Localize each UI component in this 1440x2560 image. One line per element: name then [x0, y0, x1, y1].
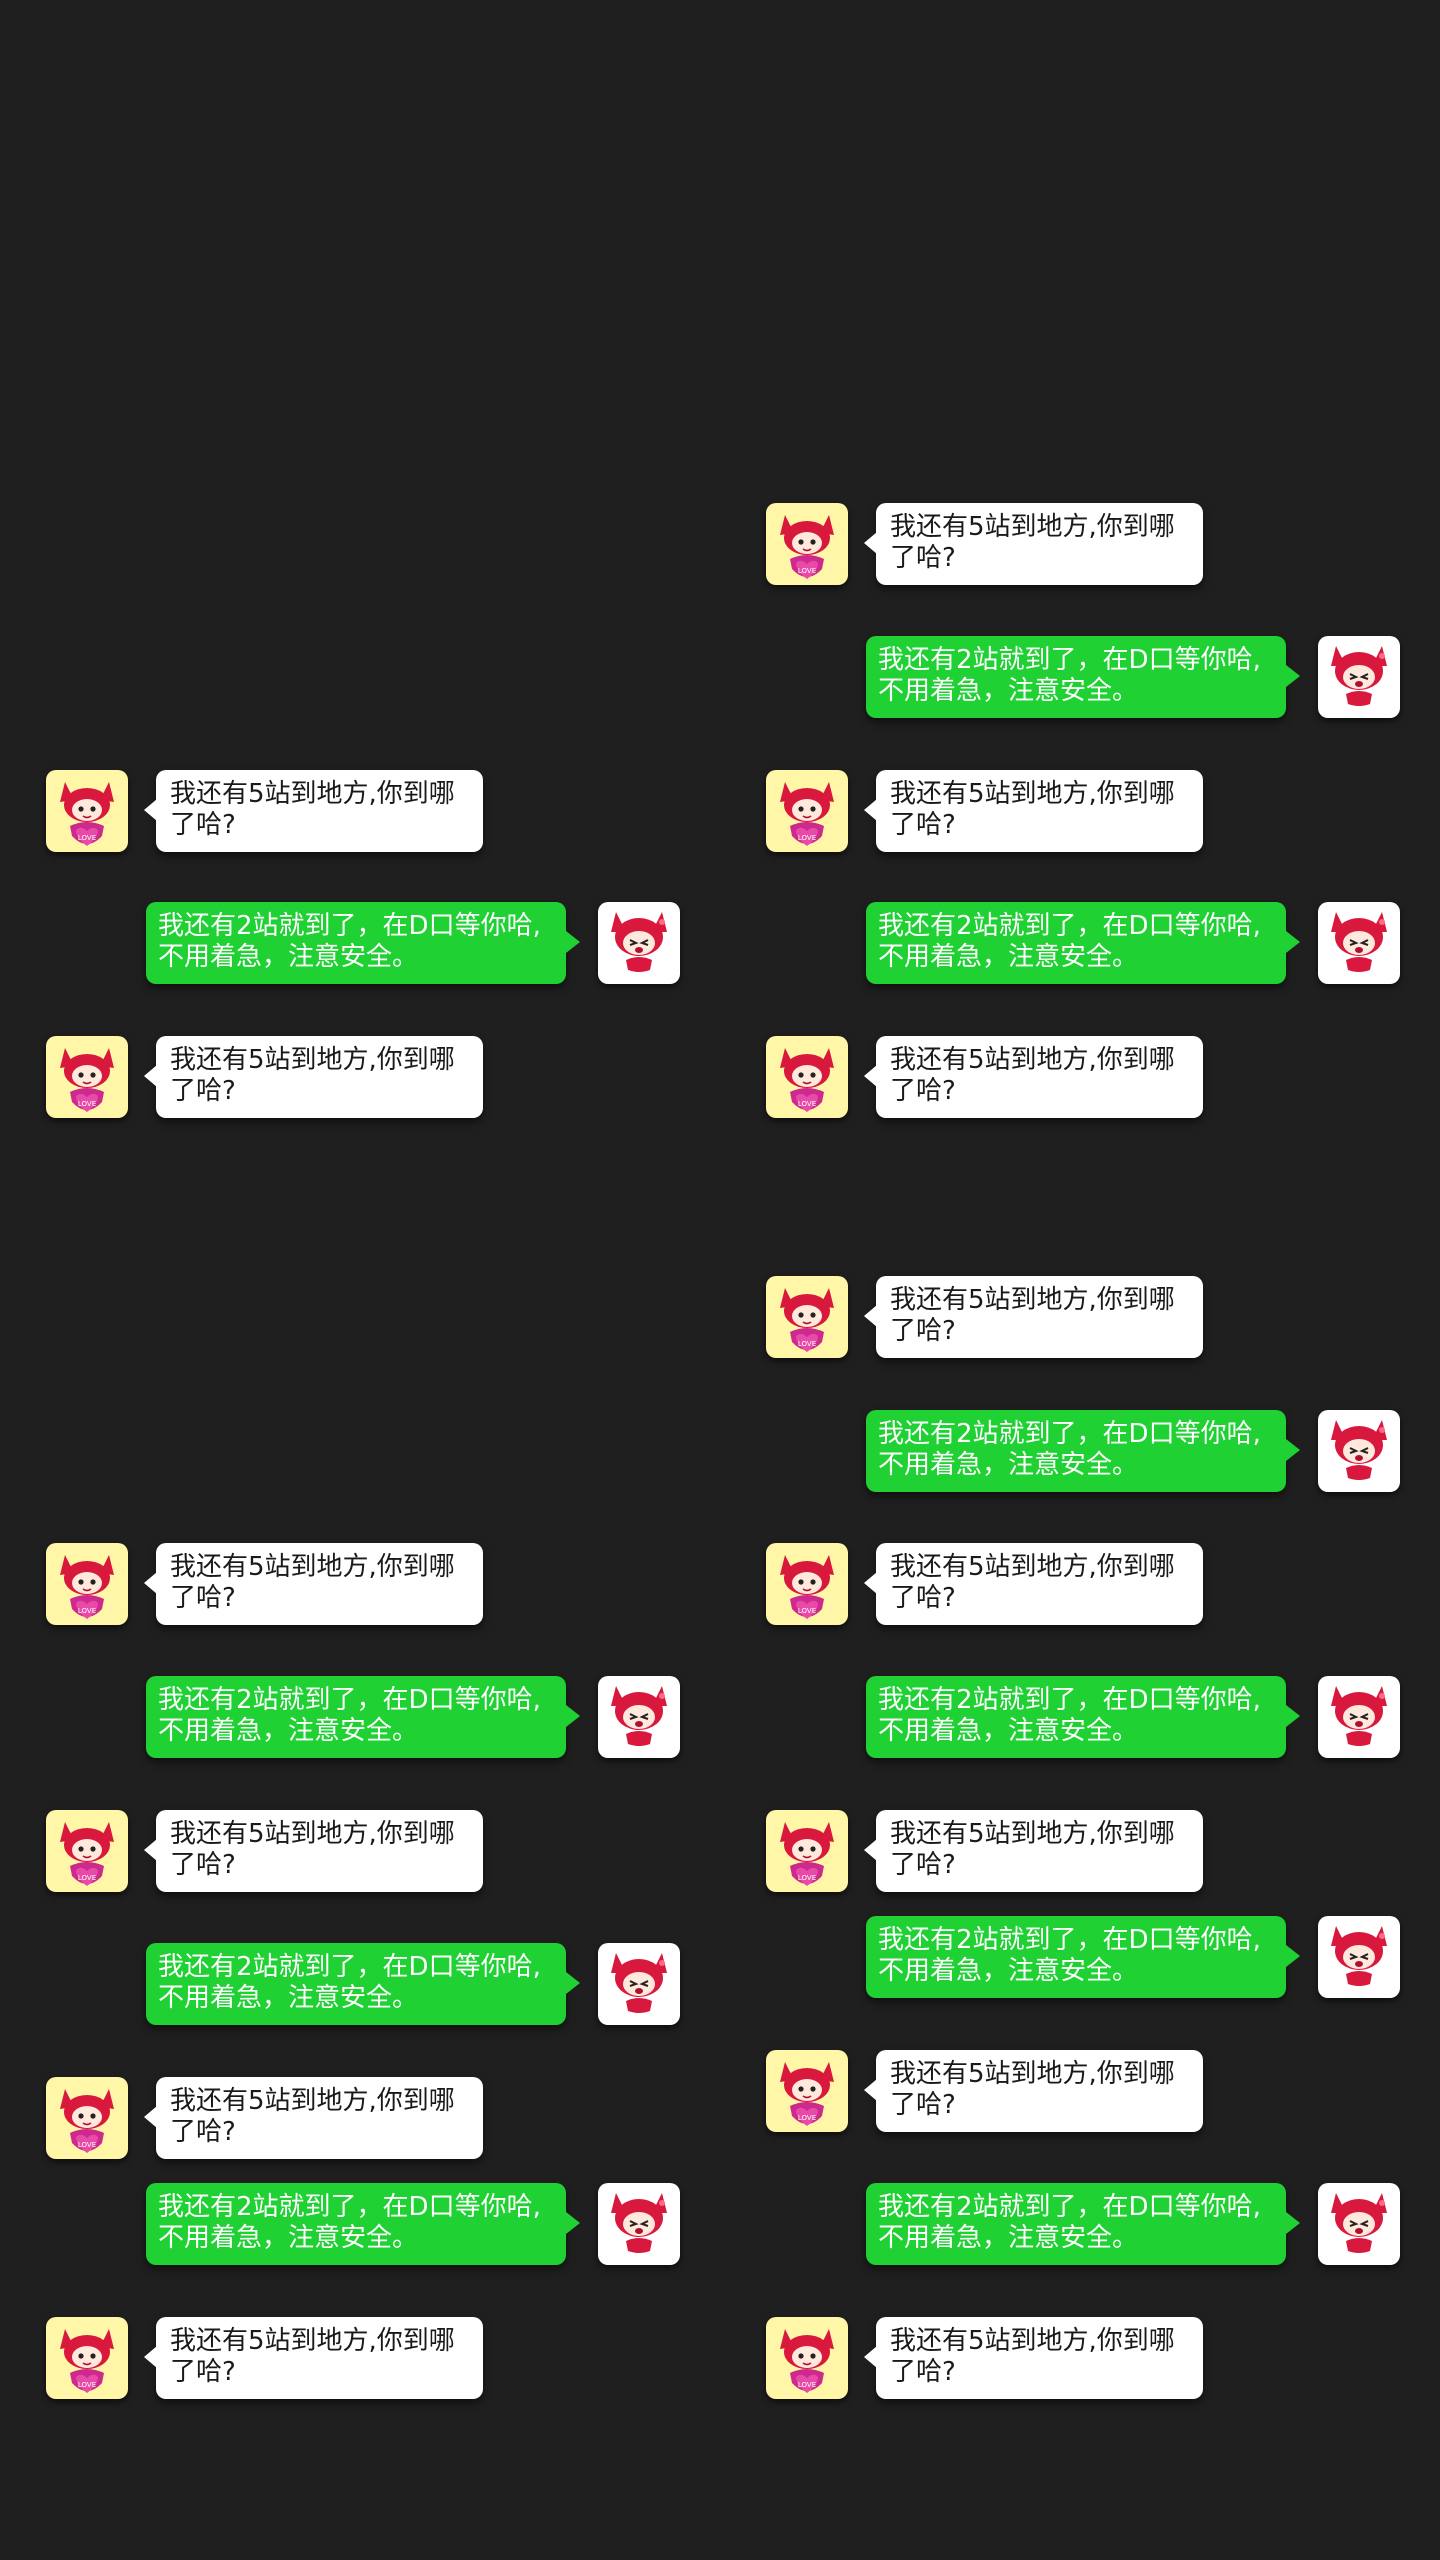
fox-girl-crying-avatar-icon[interactable]	[1318, 1676, 1400, 1758]
outgoing-message-bubble[interactable]: 我还有2站就到了，在D口等你哈, 不用着急，注意安全。	[146, 1676, 580, 1758]
outgoing-message-bubble[interactable]: 我还有2站就到了，在D口等你哈, 不用着急，注意安全。	[866, 1916, 1300, 1998]
fox-girl-crying-avatar-icon[interactable]	[1318, 2183, 1400, 2265]
message-text: 我还有5站到地方,你到哪 了哈?	[890, 1819, 1175, 1880]
outgoing-message-bubble[interactable]: 我还有2站就到了，在D口等你哈, 不用着急，注意安全。	[866, 1676, 1300, 1758]
message-text: 我还有2站就到了，在D口等你哈, 不用着急，注意安全。	[878, 1685, 1261, 1746]
message-text: 我还有5站到地方,你到哪 了哈?	[170, 1045, 455, 1106]
message-text: 我还有2站就到了，在D口等你哈, 不用着急，注意安全。	[878, 1925, 1261, 1986]
incoming-message-bubble[interactable]: 我还有5站到地方,你到哪 了哈?	[144, 1810, 483, 1892]
message-text: 我还有2站就到了，在D口等你哈, 不用着急，注意安全。	[158, 1685, 541, 1746]
fox-girl-love-heart-avatar-icon[interactable]	[766, 503, 848, 585]
incoming-message-bubble[interactable]: 我还有5站到地方,你到哪 了哈?	[144, 2317, 483, 2399]
fox-girl-crying-avatar-icon[interactable]	[598, 1943, 680, 2025]
incoming-message-bubble[interactable]: 我还有5站到地方,你到哪 了哈?	[864, 2050, 1203, 2132]
fox-girl-love-heart-avatar-icon[interactable]	[46, 2317, 128, 2399]
incoming-message-bubble[interactable]: 我还有5站到地方,你到哪 了哈?	[144, 1543, 483, 1625]
fox-girl-crying-avatar-icon[interactable]	[1318, 1916, 1400, 1998]
incoming-message-bubble[interactable]: 我还有5站到地方,你到哪 了哈?	[864, 1810, 1203, 1892]
message-text: 我还有5站到地方,你到哪 了哈?	[890, 1285, 1175, 1346]
incoming-message-bubble[interactable]: 我还有5站到地方,你到哪 了哈?	[864, 2317, 1203, 2399]
fox-girl-love-heart-avatar-icon[interactable]	[46, 770, 128, 852]
message-text: 我还有2站就到了，在D口等你哈, 不用着急，注意安全。	[878, 911, 1261, 972]
message-text: 我还有5站到地方,你到哪 了哈?	[890, 2326, 1175, 2387]
message-text: 我还有5站到地方,你到哪 了哈?	[170, 779, 455, 840]
fox-girl-love-heart-avatar-icon[interactable]	[766, 1036, 848, 1118]
outgoing-message-bubble[interactable]: 我还有2站就到了，在D口等你哈, 不用着急，注意安全。	[866, 636, 1300, 718]
message-text: 我还有5站到地方,你到哪 了哈?	[890, 2059, 1175, 2120]
message-text: 我还有5站到地方,你到哪 了哈?	[170, 1552, 455, 1613]
fox-girl-crying-avatar-icon[interactable]	[1318, 636, 1400, 718]
incoming-message-bubble[interactable]: 我还有5站到地方,你到哪 了哈?	[864, 503, 1203, 585]
message-text: 我还有2站就到了，在D口等你哈, 不用着急，注意安全。	[878, 1419, 1261, 1480]
fox-girl-love-heart-avatar-icon[interactable]	[46, 1036, 128, 1118]
incoming-message-bubble[interactable]: 我还有5站到地方,你到哪 了哈?	[144, 770, 483, 852]
message-text: 我还有2站就到了，在D口等你哈, 不用着急，注意安全。	[158, 911, 541, 972]
fox-girl-love-heart-avatar-icon[interactable]	[766, 1543, 848, 1625]
fox-girl-love-heart-avatar-icon[interactable]	[46, 1543, 128, 1625]
fox-girl-love-heart-avatar-icon[interactable]	[766, 1276, 848, 1358]
message-text: 我还有2站就到了，在D口等你哈, 不用着急，注意安全。	[158, 1952, 541, 2013]
fox-girl-love-heart-avatar-icon[interactable]	[766, 2050, 848, 2132]
fox-girl-love-heart-avatar-icon[interactable]	[766, 1810, 848, 1892]
outgoing-message-bubble[interactable]: 我还有2站就到了，在D口等你哈, 不用着急，注意安全。	[146, 902, 580, 984]
incoming-message-bubble[interactable]: 我还有5站到地方,你到哪 了哈?	[144, 2077, 483, 2159]
message-text: 我还有5站到地方,你到哪 了哈?	[170, 1819, 455, 1880]
outgoing-message-bubble[interactable]: 我还有2站就到了，在D口等你哈, 不用着急，注意安全。	[146, 1943, 580, 2025]
message-text: 我还有5站到地方,你到哪 了哈?	[890, 1552, 1175, 1613]
fox-girl-love-heart-avatar-icon[interactable]	[766, 770, 848, 852]
message-text: 我还有2站就到了，在D口等你哈, 不用着急，注意安全。	[878, 2192, 1261, 2253]
message-text: 我还有2站就到了，在D口等你哈, 不用着急，注意安全。	[878, 645, 1261, 706]
incoming-message-bubble[interactable]: 我还有5站到地方,你到哪 了哈?	[864, 1276, 1203, 1358]
message-text: 我还有5站到地方,你到哪 了哈?	[890, 1045, 1175, 1106]
incoming-message-bubble[interactable]: 我还有5站到地方,你到哪 了哈?	[864, 1543, 1203, 1625]
fox-girl-love-heart-avatar-icon[interactable]	[46, 1810, 128, 1892]
fox-girl-love-heart-avatar-icon[interactable]	[46, 2077, 128, 2159]
fox-girl-love-heart-avatar-icon[interactable]	[766, 2317, 848, 2399]
fox-girl-crying-avatar-icon[interactable]	[1318, 1410, 1400, 1492]
chat-screenshot-canvas: 我还有5站到地方,你到哪 了哈? 我还有2站就到了，在D口等你哈, 不用着急，注意…	[0, 0, 1440, 2560]
message-text: 我还有5站到地方,你到哪 了哈?	[890, 779, 1175, 840]
message-text: 我还有5站到地方,你到哪 了哈?	[890, 512, 1175, 573]
incoming-message-bubble[interactable]: 我还有5站到地方,你到哪 了哈?	[864, 1036, 1203, 1118]
outgoing-message-bubble[interactable]: 我还有2站就到了，在D口等你哈, 不用着急，注意安全。	[146, 2183, 580, 2265]
outgoing-message-bubble[interactable]: 我还有2站就到了，在D口等你哈, 不用着急，注意安全。	[866, 902, 1300, 984]
fox-girl-crying-avatar-icon[interactable]	[1318, 902, 1400, 984]
message-text: 我还有2站就到了，在D口等你哈, 不用着急，注意安全。	[158, 2192, 541, 2253]
fox-girl-crying-avatar-icon[interactable]	[598, 2183, 680, 2265]
message-text: 我还有5站到地方,你到哪 了哈?	[170, 2086, 455, 2147]
outgoing-message-bubble[interactable]: 我还有2站就到了，在D口等你哈, 不用着急，注意安全。	[866, 1410, 1300, 1492]
fox-girl-crying-avatar-icon[interactable]	[598, 1676, 680, 1758]
incoming-message-bubble[interactable]: 我还有5站到地方,你到哪 了哈?	[144, 1036, 483, 1118]
incoming-message-bubble[interactable]: 我还有5站到地方,你到哪 了哈?	[864, 770, 1203, 852]
outgoing-message-bubble[interactable]: 我还有2站就到了，在D口等你哈, 不用着急，注意安全。	[866, 2183, 1300, 2265]
fox-girl-crying-avatar-icon[interactable]	[598, 902, 680, 984]
message-text: 我还有5站到地方,你到哪 了哈?	[170, 2326, 455, 2387]
